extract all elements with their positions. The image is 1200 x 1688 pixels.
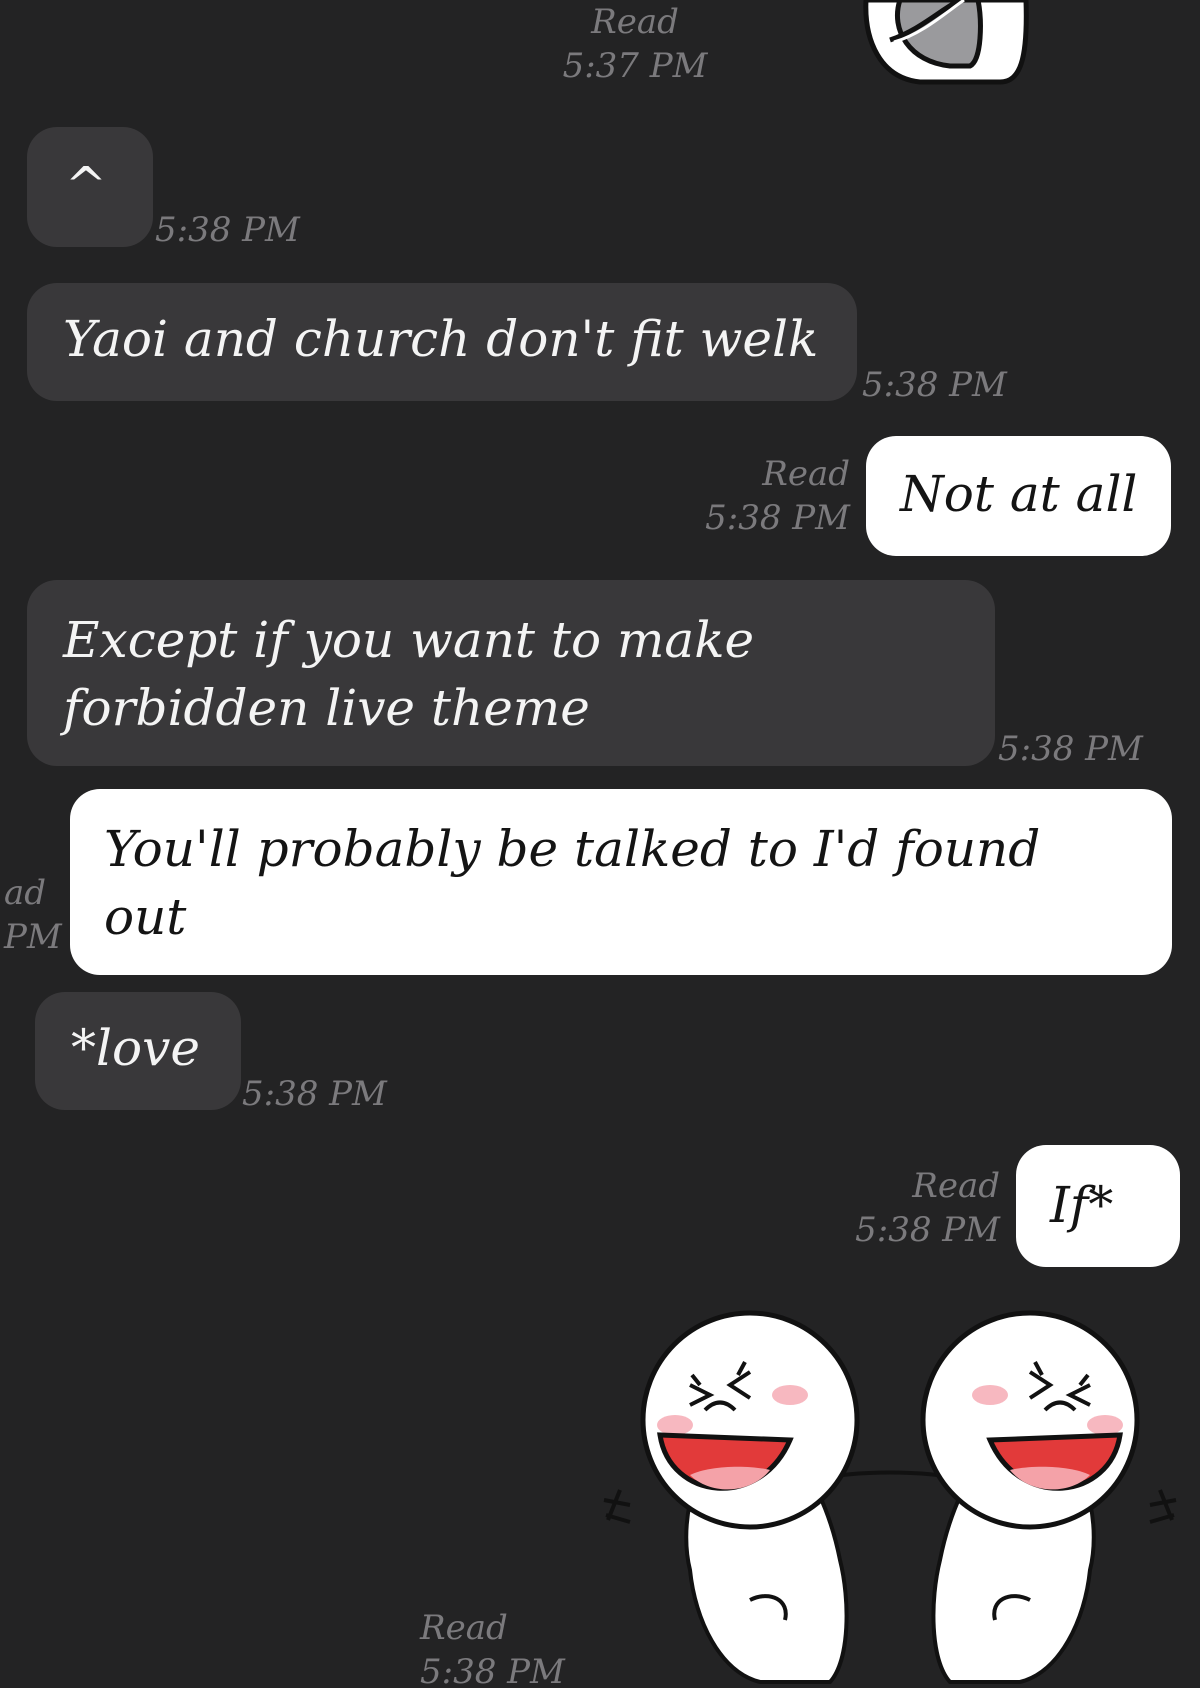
message-bubble-outgoing[interactable]: Not at all [866, 436, 1171, 556]
message-time: 5:38 PM [705, 498, 850, 538]
message-text: ^ [65, 156, 107, 214]
message-time: 5:38 PM [155, 210, 300, 250]
read-receipt: Read [762, 454, 850, 494]
message-time: 5:38 PM [998, 729, 1143, 769]
message-bubble-incoming[interactable]: Yaoi and church don't fit welk [27, 283, 857, 401]
read-receipt: Read [420, 1608, 508, 1648]
message-text: Except if you want to make forbidden liv… [63, 611, 755, 737]
message-time: 5:38 PM [242, 1074, 387, 1114]
message-text: You'll probably be talked to I'd found o… [104, 820, 1041, 946]
message-meta: Read 5:37 PM [560, 0, 710, 88]
message-bubble-incoming[interactable]: ^ [27, 127, 153, 247]
message-text: *love [71, 1019, 200, 1077]
read-receipt: ad [4, 873, 47, 913]
read-receipt: Read [591, 2, 679, 42]
message-meta: ad PM [4, 871, 68, 959]
chat-view: Read 5:37 PM ^ 5:38 PM Yaoi and church d… [0, 0, 1200, 1688]
laughing-twins-sticker[interactable] [600, 1300, 1180, 1688]
message-time: 5:37 PM [562, 46, 708, 86]
message-bubble-incoming[interactable]: *love [35, 992, 241, 1110]
message-text: Not at all [900, 465, 1138, 523]
read-receipt: Read [912, 1166, 1000, 1206]
message-meta: Read 5:38 PM [420, 1606, 570, 1688]
message-meta: Read 5:38 PM [830, 1164, 1000, 1252]
message-time: PM [4, 917, 62, 957]
message-bubble-incoming[interactable]: Except if you want to make forbidden liv… [27, 580, 995, 766]
message-time: 5:38 PM [420, 1652, 565, 1688]
message-text: Yaoi and church don't fit welk [63, 310, 819, 368]
message-time: 5:38 PM [862, 365, 1007, 405]
message-text: If* [1050, 1176, 1114, 1234]
message-meta: Read 5:38 PM [690, 452, 850, 540]
message-bubble-outgoing[interactable]: You'll probably be talked to I'd found o… [70, 789, 1172, 975]
sticker-partial-top[interactable] [860, 0, 1030, 90]
message-time: 5:38 PM [855, 1210, 1000, 1250]
message-bubble-outgoing[interactable]: If* [1016, 1145, 1180, 1267]
